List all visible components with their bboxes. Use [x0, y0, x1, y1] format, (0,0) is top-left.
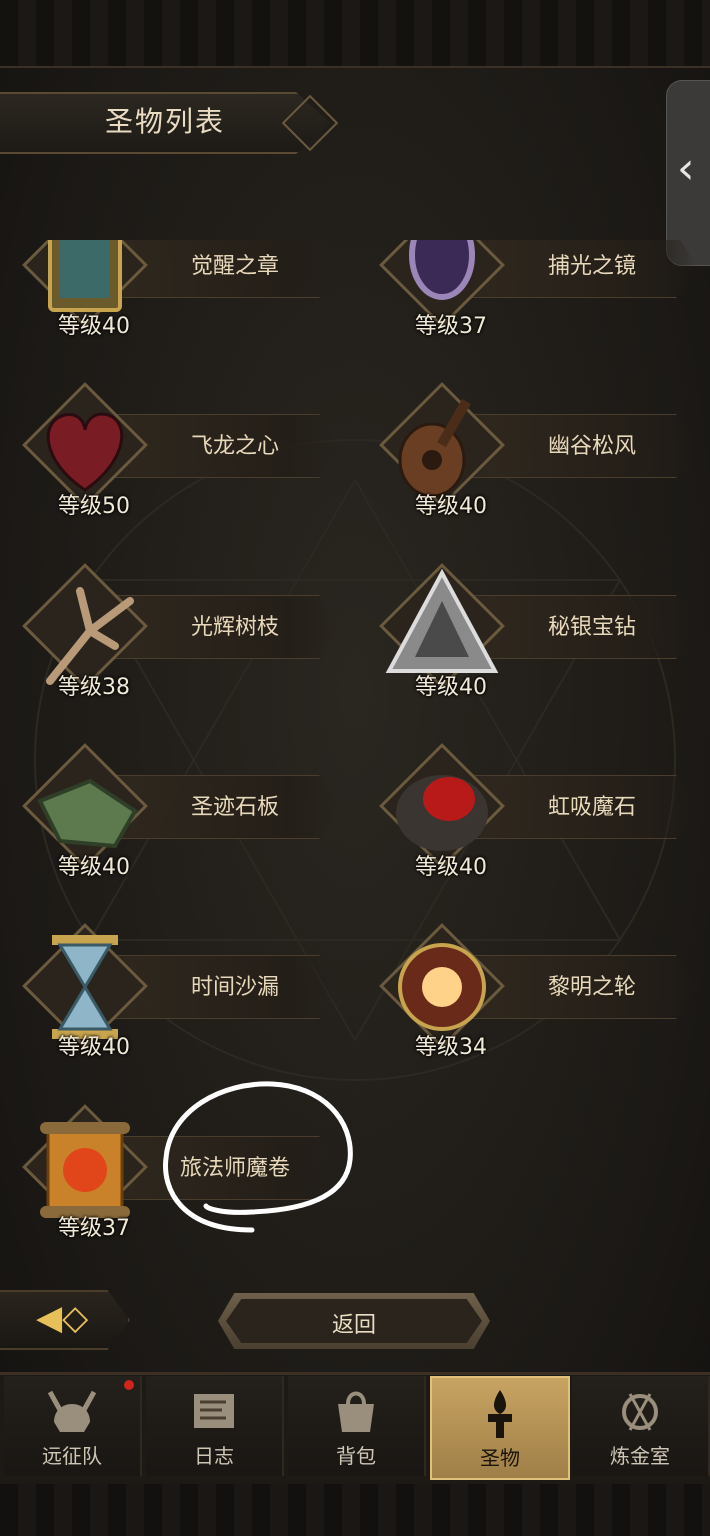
scroll-icon	[40, 1122, 130, 1218]
bag-icon	[338, 1391, 374, 1432]
relic-name: 飞龙之心	[190, 434, 279, 459]
nav-item[interactable]: 背包	[288, 1376, 426, 1476]
nav-item[interactable]: 日志	[146, 1376, 284, 1476]
torch-icon	[488, 1390, 512, 1438]
nav-item-label: 炼金室	[610, 1444, 670, 1468]
hand-drawn-circle-annotation	[163, 1081, 353, 1233]
relic-name: 幽谷松风	[547, 434, 636, 459]
relic-level: 等级37	[58, 1216, 130, 1241]
relic-name: 圣迹石板	[190, 795, 279, 820]
relic-card[interactable]: 黎明之轮等级34	[357, 911, 697, 1061]
relic-name: 时间沙漏	[190, 975, 279, 1000]
relic-card[interactable]: 时间沙漏等级40	[0, 911, 340, 1061]
relic-card[interactable]: 幽谷松风等级40	[357, 370, 697, 520]
relic-card[interactable]: 觉醒之章等级40	[0, 240, 340, 340]
relic-screen: 圣物列表 ‹ 觉醒之章 等级40 捕光之镜 等级37 飞龙之心 等级50 幽谷松风 等级40 光…	[0, 0, 710, 1536]
relic-level: 等级37	[415, 314, 487, 339]
red-stone-icon	[396, 775, 488, 851]
relic-card[interactable]: 秘银宝钻等级40	[357, 551, 697, 701]
mirror-icon	[409, 240, 475, 300]
relic-level: 等级40	[58, 855, 130, 880]
nav-item[interactable]: 远征队	[4, 1376, 142, 1476]
relic-card[interactable]: 飞龙之心等级50	[0, 370, 340, 520]
relic-level: 等级40	[58, 314, 130, 339]
relic-card[interactable]: 捕光之镜等级37	[357, 240, 697, 340]
alchemy-icon	[622, 1393, 658, 1431]
relic-name: 捕光之镜	[547, 254, 636, 279]
relic-level: 等级40	[58, 1035, 130, 1060]
relic-card[interactable]: 虹吸魔石等级40	[357, 731, 697, 881]
arrow-toggle-button[interactable]: ◀◇	[0, 1290, 130, 1350]
relic-level: 等级40	[415, 675, 487, 700]
top-ornament-band	[0, 0, 710, 68]
dawn-wheel-icon	[398, 943, 486, 1031]
bottom-ornament-band	[0, 1484, 710, 1536]
relic-level: 等级38	[58, 675, 130, 700]
nav-item[interactable]: 炼金室	[572, 1376, 710, 1476]
relic-level: 等级40	[415, 494, 487, 519]
relic-card[interactable]: 圣迹石板等级40	[0, 731, 340, 881]
relic-level: 等级40	[415, 855, 487, 880]
relic-name: 黎明之轮	[547, 975, 636, 1000]
nav-item-label: 远征队	[42, 1444, 102, 1468]
relic-name: 光辉树枝	[190, 615, 279, 640]
side-drawer-handle[interactable]: ‹	[666, 80, 710, 266]
chevron-left-icon: ‹	[677, 143, 695, 194]
nav-item-label: 圣物	[480, 1446, 520, 1470]
notification-badge	[124, 1380, 134, 1390]
book-icon	[48, 240, 122, 312]
relic-name: 觉醒之章	[190, 254, 279, 279]
relic-level: 等级34	[415, 1035, 487, 1060]
relic-name: 虹吸魔石	[547, 795, 636, 820]
nav-item[interactable]: 圣物	[430, 1376, 570, 1480]
helmet-icon	[47, 1390, 97, 1432]
relic-level: 等级50	[58, 494, 130, 519]
map-icon	[194, 1394, 234, 1428]
arrow-left-icon: ◀◇	[36, 1298, 89, 1338]
relic-grid: 觉醒之章 等级40 捕光之镜 等级37 飞龙之心 等级50 幽谷松风 等级40 光辉树枝 等级38…	[0, 240, 710, 1260]
relic-name: 秘银宝钻	[547, 615, 636, 640]
back-button-label[interactable]: 返回	[218, 1307, 490, 1339]
relic-card[interactable]: 光辉树枝等级38	[0, 551, 340, 701]
nav-item-label: 背包	[336, 1444, 376, 1468]
page-title: 圣物列表	[104, 105, 225, 138]
nav-item-label: 日志	[194, 1444, 234, 1468]
